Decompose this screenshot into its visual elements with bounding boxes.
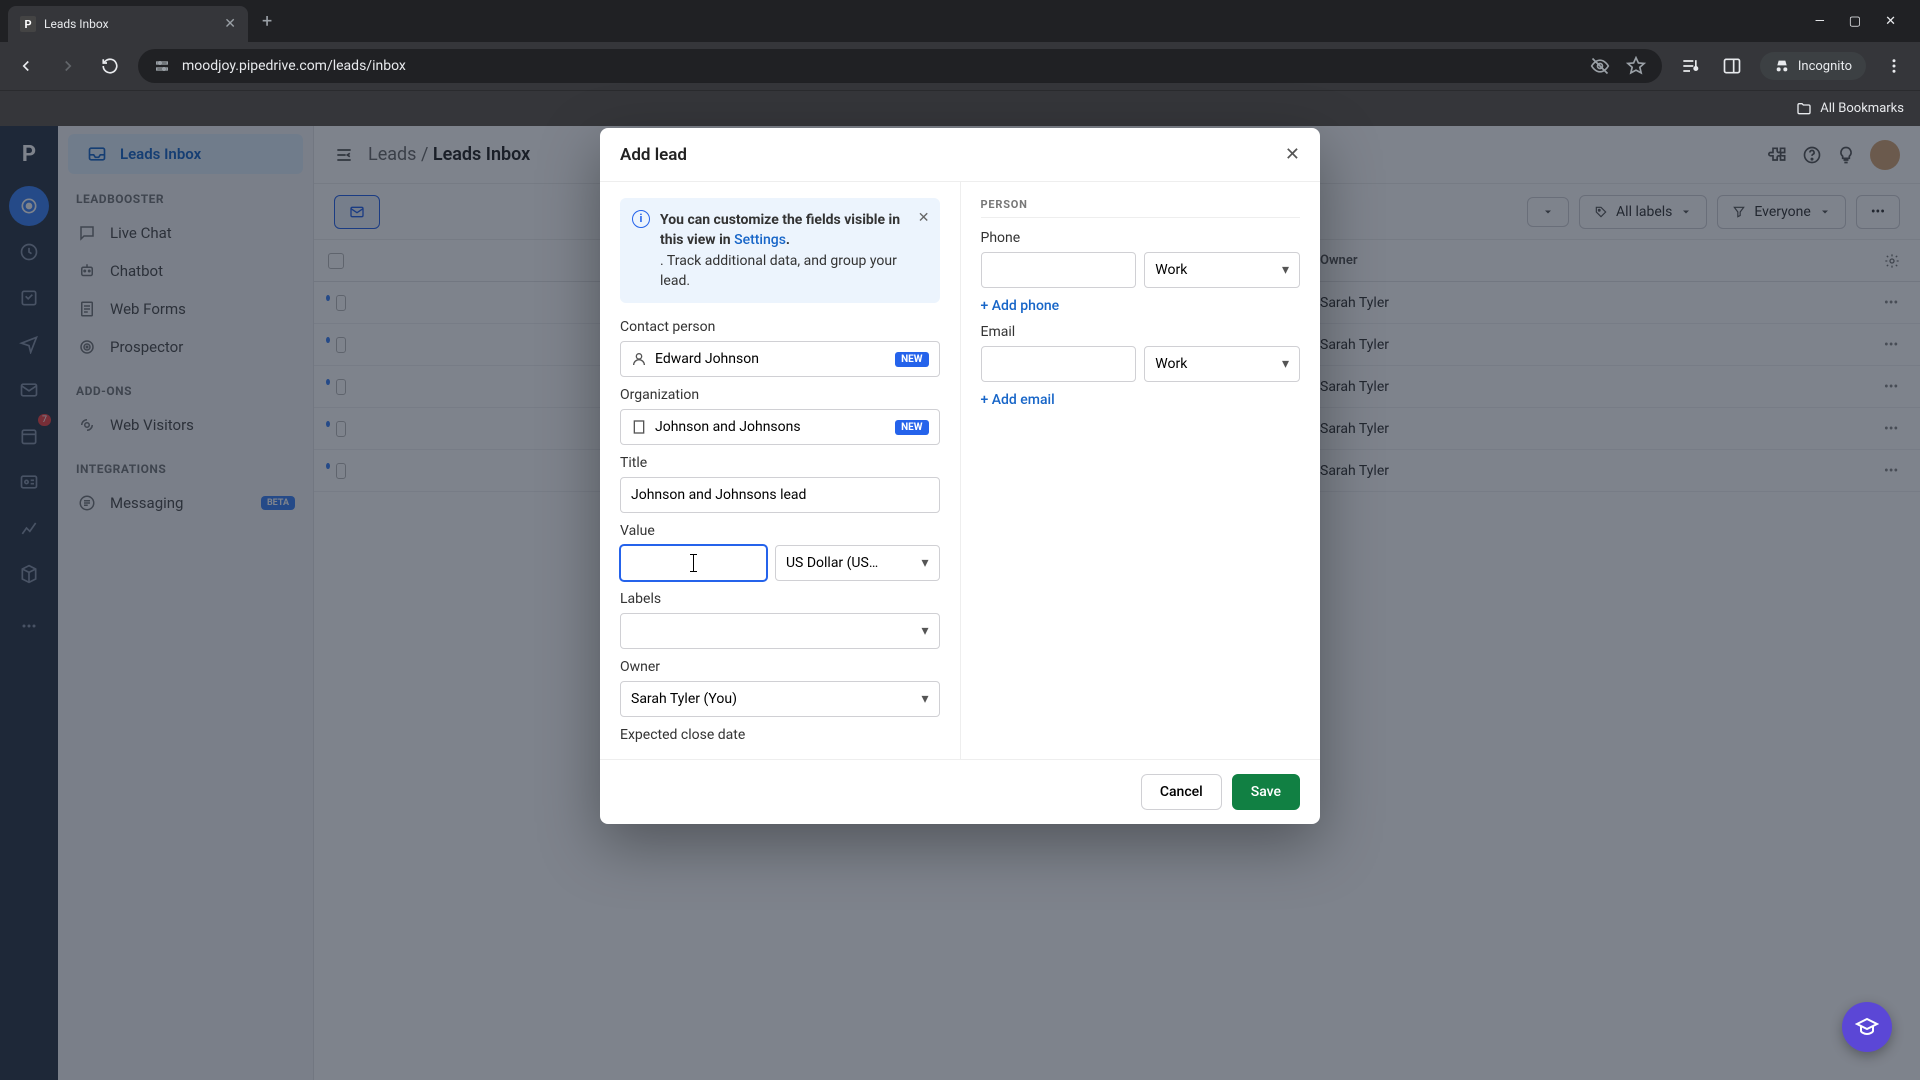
new-badge: NEW <box>895 352 928 367</box>
side-panel-icon[interactable] <box>1718 52 1746 80</box>
url-box[interactable]: moodjoy.pipedrive.com/leads/inbox <box>138 49 1662 83</box>
modal-header: Add lead ✕ <box>600 128 1320 182</box>
cancel-button[interactable]: Cancel <box>1141 774 1222 810</box>
add-email-link[interactable]: + Add email <box>981 392 1301 408</box>
phone-type-select[interactable]: Work▾ <box>1144 252 1300 288</box>
minimize-icon[interactable]: — <box>1815 14 1825 29</box>
title-label: Title <box>620 455 940 471</box>
modal-title: Add lead <box>620 145 687 165</box>
chevron-down-icon: ▾ <box>1282 356 1289 372</box>
email-type-select[interactable]: Work▾ <box>1144 346 1300 382</box>
add-lead-modal: Add lead ✕ i You can customize the field… <box>600 128 1320 824</box>
person-section-heading: PERSON <box>981 198 1301 218</box>
url-text: moodjoy.pipedrive.com/leads/inbox <box>182 58 406 74</box>
value-label: Value <box>620 523 940 539</box>
star-icon[interactable] <box>1626 56 1646 76</box>
currency-select[interactable]: US Dollar (US…▾ <box>775 545 940 581</box>
phone-label: Phone <box>981 230 1301 246</box>
close-icon[interactable]: ✕ <box>1285 144 1300 165</box>
info-banner: i You can customize the fields visible i… <box>620 198 940 303</box>
chevron-down-icon: ▾ <box>921 691 928 707</box>
tab-strip: P Leads Inbox ✕ + — ▢ ✕ <box>0 0 1920 42</box>
address-bar: moodjoy.pipedrive.com/leads/inbox Incogn… <box>0 42 1920 90</box>
labels-label: Labels <box>620 591 940 607</box>
bookmarks-bar: All Bookmarks <box>0 90 1920 126</box>
folder-icon <box>1796 101 1812 117</box>
text-cursor-icon <box>693 554 694 572</box>
browser-menu-icon[interactable] <box>1880 52 1908 80</box>
media-icon[interactable] <box>1676 52 1704 80</box>
help-fab[interactable] <box>1842 1002 1892 1052</box>
new-tab-button[interactable]: + <box>252 11 282 32</box>
phone-field[interactable] <box>981 252 1137 288</box>
organization-field[interactable]: Johnson and Johnsons NEW <box>620 409 940 445</box>
new-badge: NEW <box>895 420 928 435</box>
back-button[interactable] <box>12 52 40 80</box>
chevron-down-icon: ▾ <box>1282 262 1289 278</box>
expected-close-date-label: Expected close date <box>620 727 940 743</box>
building-icon <box>631 419 647 435</box>
contact-person-field[interactable]: Edward Johnson NEW <box>620 341 940 377</box>
modal-right-column: PERSON Phone Work▾ + Add phone Email Wor… <box>961 182 1321 759</box>
save-button[interactable]: Save <box>1232 774 1300 810</box>
organization-label: Organization <box>620 387 940 403</box>
chevron-down-icon: ▾ <box>921 623 928 639</box>
modal-footer: Cancel Save <box>600 759 1320 824</box>
title-field[interactable]: Johnson and Johnsons lead <box>620 477 940 513</box>
email-field[interactable] <box>981 346 1137 382</box>
add-phone-link[interactable]: + Add phone <box>981 298 1301 314</box>
settings-link[interactable]: Settings <box>734 232 786 248</box>
close-icon[interactable]: ✕ <box>224 16 236 32</box>
favicon-icon: P <box>20 16 36 32</box>
incognito-icon <box>1774 58 1790 74</box>
incognito-indicator[interactable]: Incognito <box>1760 52 1866 80</box>
graduation-cap-icon <box>1855 1015 1879 1039</box>
tab-title: Leads Inbox <box>44 17 216 31</box>
close-window-icon[interactable]: ✕ <box>1885 14 1896 29</box>
all-bookmarks-link[interactable]: All Bookmarks <box>1820 101 1904 116</box>
site-settings-icon <box>154 58 170 74</box>
close-icon[interactable]: ✕ <box>918 208 930 228</box>
modal-left-column: i You can customize the fields visible i… <box>600 182 961 759</box>
contact-person-label: Contact person <box>620 319 940 335</box>
browser-chrome: P Leads Inbox ✕ + — ▢ ✕ moodjoy.pipedriv… <box>0 0 1920 126</box>
email-label: Email <box>981 324 1301 340</box>
owner-select[interactable]: Sarah Tyler (You)▾ <box>620 681 940 717</box>
eye-off-icon[interactable] <box>1590 56 1610 76</box>
browser-tab[interactable]: P Leads Inbox ✕ <box>8 6 248 42</box>
chevron-down-icon: ▾ <box>921 555 928 571</box>
forward-button[interactable] <box>54 52 82 80</box>
value-amount-field[interactable] <box>620 545 767 581</box>
person-icon <box>631 351 647 367</box>
labels-select[interactable]: ▾ <box>620 613 940 649</box>
owner-label: Owner <box>620 659 940 675</box>
reload-button[interactable] <box>96 52 124 80</box>
window-controls: — ▢ ✕ <box>1815 14 1912 29</box>
maximize-icon[interactable]: ▢ <box>1849 14 1861 29</box>
info-icon: i <box>632 210 650 228</box>
